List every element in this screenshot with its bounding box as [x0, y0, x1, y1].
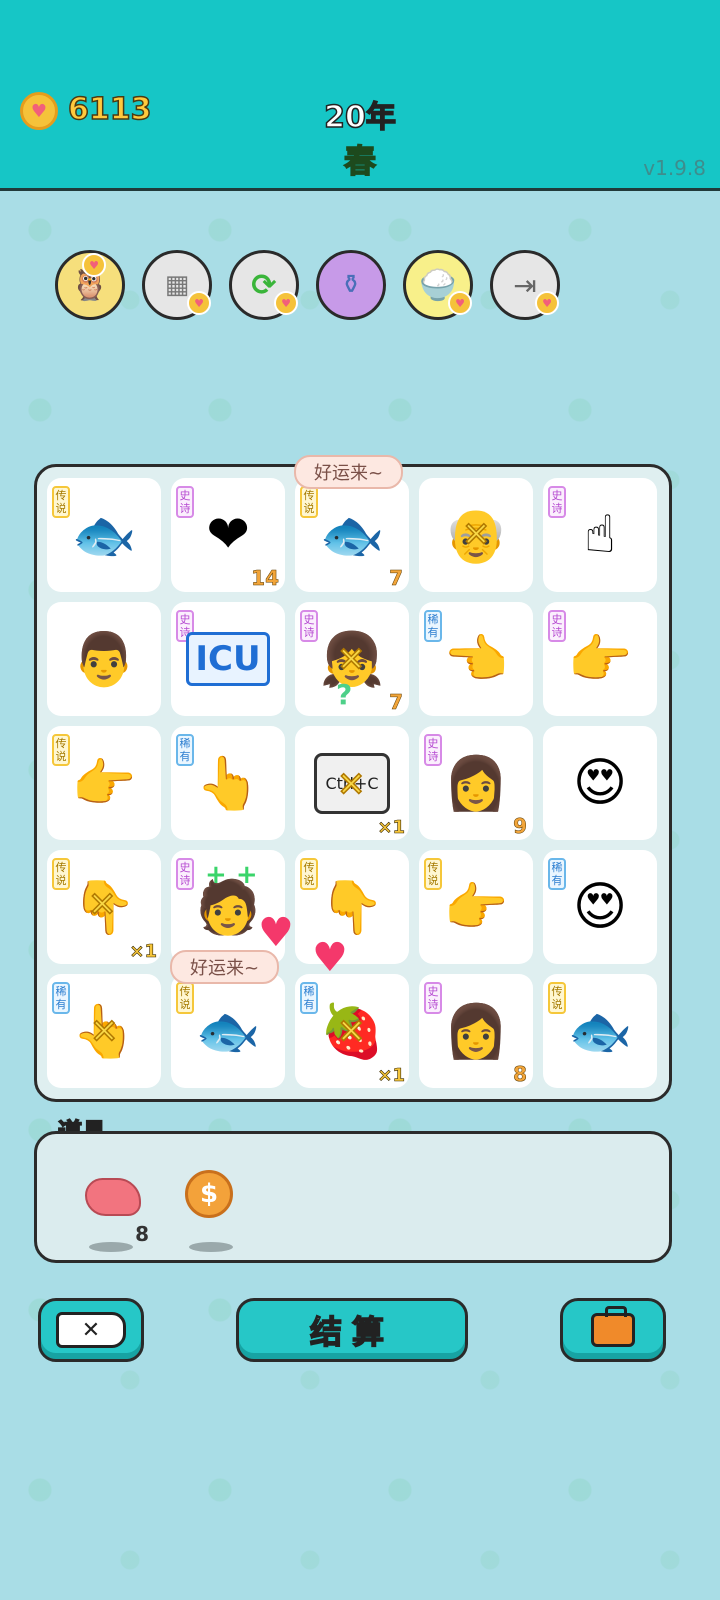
slot-cell[interactable]: 史诗 ☝ — [543, 478, 657, 592]
x-mark-icon: ✕ — [336, 639, 366, 681]
jar-icon: ⚱ — [340, 270, 362, 300]
slot-cell[interactable]: 稀有 👈 — [419, 602, 533, 716]
multiplier-label: ×1 — [377, 817, 405, 839]
heart-coin-icon: ♥ — [274, 291, 298, 315]
bag-button[interactable] — [560, 1298, 666, 1362]
version-label: v1.9.8 — [643, 156, 706, 180]
item-count: 8 — [135, 1222, 149, 1246]
slot-cell[interactable]: 史诗 👩 9 — [419, 726, 533, 840]
sugar-cubes-icon: ▦ — [164, 270, 190, 300]
heart-coin-icon: ♥ — [187, 291, 211, 315]
skip-icon: ⇥ — [513, 268, 537, 302]
heart-coin-icon: ♥ — [448, 291, 472, 315]
question-mark-icon: ? — [336, 678, 353, 711]
settle-label: 结算 — [309, 1312, 394, 1352]
liver-icon — [85, 1178, 141, 1216]
item-count: 9 — [513, 814, 527, 839]
slot-cell[interactable]: 😍 — [543, 726, 657, 840]
skill-bar: 🦉 ♥ ▦ ♥ ⟳ ♥ ⚱ 🍚 ♥ ⇥ ♥ — [55, 250, 560, 320]
x-mark-icon: ✕ — [461, 514, 491, 556]
slot-cell[interactable]: 史诗 ICU — [171, 602, 285, 716]
glasses-man-icon: 👨 — [71, 629, 137, 690]
slot-cell[interactable]: 稀有 😍 — [543, 850, 657, 964]
pointing-hand-icon: 👉 — [71, 753, 137, 814]
pointing-hand-icon: 👆 — [195, 753, 261, 814]
speech-bubble: 好运来~ — [294, 455, 404, 489]
owl-skill-button[interactable]: 🦉 ♥ — [55, 250, 125, 320]
icon-text: ICU — [186, 632, 270, 686]
heart-coin-icon: ♥ — [535, 291, 559, 315]
koi-fish-icon: 🐟 — [195, 1001, 261, 1062]
slot-cell[interactable]: 史诗 👩 8 — [419, 974, 533, 1088]
close-icon: ✕ — [56, 1312, 126, 1348]
item-count: 8 — [513, 1062, 527, 1087]
pointing-left-hand-icon: 👈 — [443, 629, 509, 690]
refresh-icon: ⟳ — [251, 267, 277, 303]
x-mark-icon: ✕ — [87, 884, 117, 926]
rice-skill-button[interactable]: 🍚 ♥ — [403, 250, 473, 320]
item-shadow — [89, 1242, 133, 1252]
pointing-up-hand-icon: ☝ — [584, 505, 616, 565]
slot-cell[interactable]: 稀有 👆 — [171, 726, 285, 840]
year-label: 20年 — [323, 99, 396, 136]
koi-fish-icon: 🐟 — [71, 505, 137, 566]
plus-sparkle-icon: + + — [205, 860, 258, 890]
jar-skill-button[interactable]: ⚱ — [316, 250, 386, 320]
x-mark-icon: ✕ — [89, 1011, 119, 1053]
item-count: 7 — [389, 690, 403, 715]
skip-skill-button[interactable]: ⇥ ♥ — [490, 250, 560, 320]
slot-cell[interactable]: 传说 🐟 — [171, 974, 285, 1088]
item-shadow — [189, 1242, 233, 1252]
slot-cell[interactable]: 传说 🐟 7 — [295, 478, 409, 592]
heart-icon: ♥ — [312, 935, 348, 981]
koi-fish-icon: 🐟 — [567, 1001, 633, 1062]
heart-coin-icon: ♥ — [82, 253, 106, 277]
item-liver[interactable]: 8 — [81, 1164, 149, 1254]
sugar-skill-button[interactable]: ▦ ♥ — [142, 250, 212, 320]
items-panel: 8 $ — [34, 1131, 672, 1263]
heart-eyes-man-icon: 😍 — [572, 753, 628, 813]
multiplier-label: ×1 — [129, 941, 157, 963]
coin-icon: $ — [185, 1170, 233, 1218]
slot-cell[interactable]: 传说 🐟 — [543, 974, 657, 1088]
x-mark-icon: ✕ — [336, 764, 366, 806]
slot-cell[interactable]: 传说 👉 — [419, 850, 533, 964]
slot-cell[interactable]: 传说 👉 — [47, 726, 161, 840]
heart-icon: ♥ — [258, 910, 294, 956]
refresh-skill-button[interactable]: ⟳ ♥ — [229, 250, 299, 320]
slot-cell[interactable]: 👨 — [47, 602, 161, 716]
pointing-hand-icon: 👉 — [443, 877, 509, 938]
top-bar: ♥ 6113 20年 春 v1.9.8 — [0, 0, 720, 191]
slot-cell[interactable]: 传说 🐟 — [47, 478, 161, 592]
season-label: 春 — [343, 141, 377, 181]
icu-sign-icon: ICU — [171, 602, 285, 716]
multiplier-label: ×1 — [377, 1065, 405, 1087]
slot-cell[interactable]: 史诗 👉 — [543, 602, 657, 716]
settle-button[interactable]: 结算 — [236, 1298, 468, 1362]
briefcase-icon — [591, 1306, 635, 1347]
x-mark-icon: ✕ — [336, 1011, 366, 1053]
quit-button[interactable]: ✕ — [38, 1298, 144, 1362]
item-coin[interactable]: $ — [181, 1164, 241, 1254]
heart-eyes-bald-man-icon: 😍 — [572, 877, 628, 937]
slot-cell[interactable]: 史诗 ❤ 14 — [171, 478, 285, 592]
pointing-hand-icon: 👉 — [567, 629, 633, 690]
item-count: 14 — [251, 566, 279, 591]
item-count: 7 — [389, 566, 403, 591]
